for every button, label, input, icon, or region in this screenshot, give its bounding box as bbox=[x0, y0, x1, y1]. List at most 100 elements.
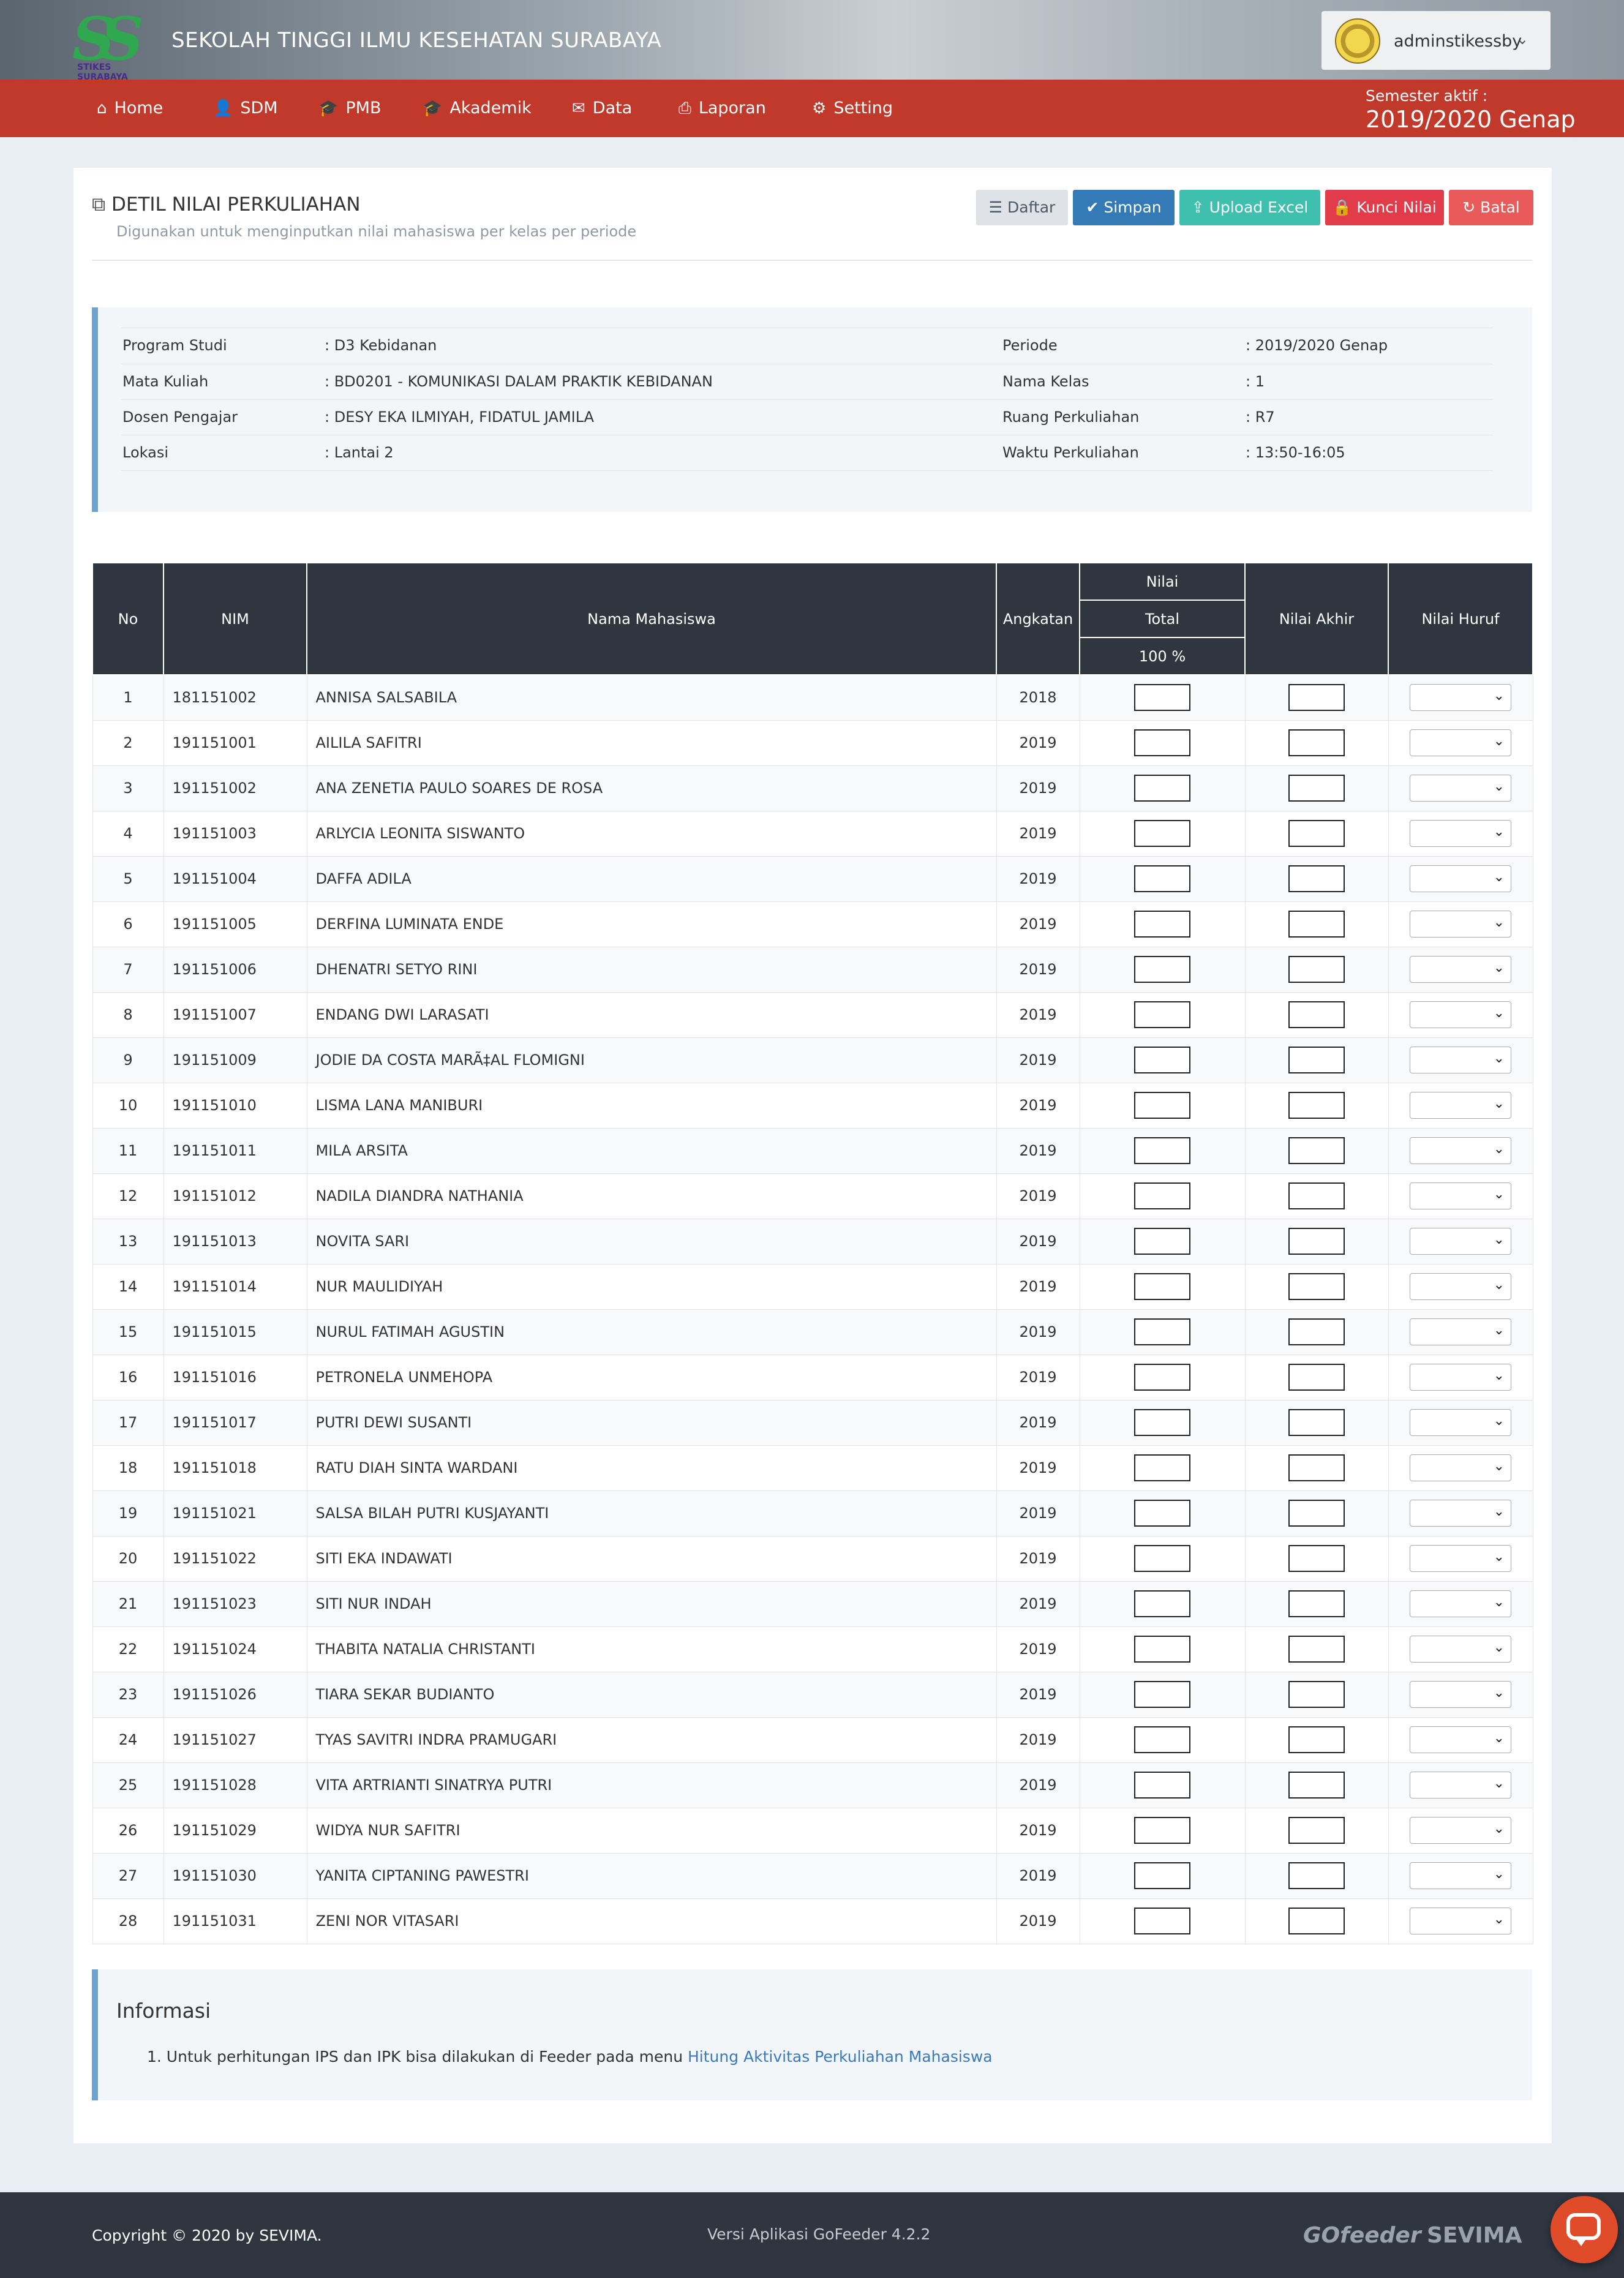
total-input[interactable] bbox=[1134, 1047, 1190, 1073]
chat-button[interactable] bbox=[1551, 2196, 1618, 2263]
total-input[interactable] bbox=[1134, 1726, 1190, 1753]
nilai-huruf-select[interactable]: ⌄ bbox=[1410, 1092, 1511, 1119]
total-input[interactable] bbox=[1134, 1454, 1190, 1481]
daftar-button[interactable]: ☰ Daftar bbox=[976, 190, 1068, 225]
nilai-huruf-select[interactable]: ⌄ bbox=[1410, 1047, 1511, 1073]
nilai-akhir-input[interactable] bbox=[1288, 865, 1345, 892]
nilai-akhir-input[interactable] bbox=[1288, 1500, 1345, 1527]
nilai-akhir-input[interactable] bbox=[1288, 1182, 1345, 1209]
nilai-akhir-input[interactable] bbox=[1288, 1137, 1345, 1164]
user-menu[interactable]: adminstikessby ⌄ bbox=[1321, 11, 1551, 70]
nilai-huruf-select[interactable]: ⌄ bbox=[1410, 1454, 1511, 1481]
total-input[interactable] bbox=[1134, 1817, 1190, 1844]
hitung-aktivitas-link[interactable]: Hitung Aktivitas Perkuliahan Mahasiswa bbox=[688, 2048, 993, 2066]
nilai-akhir-input[interactable] bbox=[1288, 1681, 1345, 1708]
nilai-akhir-input[interactable] bbox=[1288, 1318, 1345, 1345]
nilai-akhir-input[interactable] bbox=[1288, 1862, 1345, 1889]
nav-sdm[interactable]: 👤 SDM bbox=[213, 80, 278, 137]
nav-pmb[interactable]: 🎓 PMB bbox=[318, 80, 381, 137]
nilai-huruf-select[interactable]: ⌄ bbox=[1410, 1681, 1511, 1708]
batal-button[interactable]: ↻ Batal bbox=[1449, 190, 1533, 225]
nav-data[interactable]: ✉ Data bbox=[572, 80, 632, 137]
total-input[interactable] bbox=[1134, 1772, 1190, 1799]
nilai-akhir-input[interactable] bbox=[1288, 911, 1345, 938]
total-input[interactable] bbox=[1134, 1318, 1190, 1345]
logo[interactable]: SS STIKES SURABAYA bbox=[72, 10, 164, 83]
total-input[interactable] bbox=[1134, 1908, 1190, 1934]
total-input[interactable] bbox=[1134, 1862, 1190, 1889]
nilai-akhir-input[interactable] bbox=[1288, 1409, 1345, 1436]
total-input[interactable] bbox=[1134, 1681, 1190, 1708]
nilai-huruf-select[interactable]: ⌄ bbox=[1410, 1137, 1511, 1164]
nav-home[interactable]: ⌂ Home bbox=[97, 80, 163, 137]
nilai-huruf-select[interactable]: ⌄ bbox=[1410, 1862, 1511, 1889]
nilai-huruf-select[interactable]: ⌄ bbox=[1410, 1228, 1511, 1255]
nilai-akhir-input[interactable] bbox=[1288, 820, 1345, 847]
nilai-huruf-select[interactable]: ⌄ bbox=[1410, 775, 1511, 802]
nilai-huruf-select[interactable]: ⌄ bbox=[1410, 1817, 1511, 1844]
nilai-huruf-select[interactable]: ⌄ bbox=[1410, 820, 1511, 847]
total-input[interactable] bbox=[1134, 1001, 1190, 1028]
nav-laporan[interactable]: ⎙ Laporan bbox=[679, 80, 766, 137]
total-input[interactable] bbox=[1134, 1182, 1190, 1209]
total-input[interactable] bbox=[1134, 956, 1190, 983]
nilai-huruf-select[interactable]: ⌄ bbox=[1410, 1590, 1511, 1617]
nilai-akhir-input[interactable] bbox=[1288, 956, 1345, 983]
nilai-akhir-input[interactable] bbox=[1288, 1545, 1345, 1572]
total-input[interactable] bbox=[1134, 911, 1190, 938]
nilai-akhir-input[interactable] bbox=[1288, 1092, 1345, 1119]
nilai-akhir-input[interactable] bbox=[1288, 1636, 1345, 1663]
total-input[interactable] bbox=[1134, 729, 1190, 756]
total-input[interactable] bbox=[1134, 865, 1190, 892]
nilai-huruf-select[interactable]: ⌄ bbox=[1410, 1409, 1511, 1436]
total-input[interactable] bbox=[1134, 1228, 1190, 1255]
simpan-button[interactable]: ✔ Simpan bbox=[1073, 190, 1175, 225]
nilai-huruf-select[interactable]: ⌄ bbox=[1410, 956, 1511, 983]
total-input[interactable] bbox=[1134, 1590, 1190, 1617]
nilai-huruf-select[interactable]: ⌄ bbox=[1410, 1182, 1511, 1209]
total-input[interactable] bbox=[1134, 1364, 1190, 1391]
nilai-akhir-input[interactable] bbox=[1288, 1228, 1345, 1255]
nilai-akhir-input[interactable] bbox=[1288, 1364, 1345, 1391]
nilai-huruf-select[interactable]: ⌄ bbox=[1410, 1001, 1511, 1028]
nilai-akhir-input[interactable] bbox=[1288, 1590, 1345, 1617]
nilai-akhir-input[interactable] bbox=[1288, 1454, 1345, 1481]
total-input[interactable] bbox=[1134, 1137, 1190, 1164]
nilai-huruf-select[interactable]: ⌄ bbox=[1410, 865, 1511, 892]
nilai-akhir-input[interactable] bbox=[1288, 1047, 1345, 1073]
nilai-huruf-select[interactable]: ⌄ bbox=[1410, 1772, 1511, 1799]
nilai-akhir-input[interactable] bbox=[1288, 775, 1345, 802]
nav-akademik[interactable]: 🎓 Akademik bbox=[423, 80, 532, 137]
total-input[interactable] bbox=[1134, 1500, 1190, 1527]
nav-setting[interactable]: ⚙ Setting bbox=[812, 80, 893, 137]
upload-excel-button[interactable]: ⇪ Upload Excel bbox=[1179, 190, 1320, 225]
nilai-akhir-input[interactable] bbox=[1288, 684, 1345, 712]
nilai-huruf-select[interactable]: ⌄ bbox=[1410, 1364, 1511, 1391]
nilai-akhir-input[interactable] bbox=[1288, 1001, 1345, 1028]
nilai-akhir-input[interactable] bbox=[1288, 1817, 1345, 1844]
nilai-huruf-select[interactable]: ⌄ bbox=[1410, 1908, 1511, 1934]
nilai-huruf-select[interactable]: ⌄ bbox=[1410, 911, 1511, 938]
nilai-akhir-input[interactable] bbox=[1288, 1726, 1345, 1753]
nilai-akhir-input[interactable] bbox=[1288, 729, 1345, 756]
nilai-huruf-select[interactable]: ⌄ bbox=[1410, 1545, 1511, 1572]
nilai-huruf-select[interactable]: ⌄ bbox=[1410, 1500, 1511, 1527]
nilai-akhir-input[interactable] bbox=[1288, 1772, 1345, 1799]
total-input[interactable] bbox=[1134, 1092, 1190, 1119]
total-input[interactable] bbox=[1134, 1636, 1190, 1663]
nilai-akhir-input[interactable] bbox=[1288, 1273, 1345, 1300]
nilai-huruf-select[interactable]: ⌄ bbox=[1410, 1318, 1511, 1345]
total-input[interactable] bbox=[1134, 775, 1190, 802]
total-input[interactable] bbox=[1134, 684, 1190, 712]
kunci-nilai-button[interactable]: 🔒 Kunci Nilai bbox=[1325, 190, 1444, 225]
total-input[interactable] bbox=[1134, 820, 1190, 847]
nilai-huruf-select[interactable]: ⌄ bbox=[1410, 1273, 1511, 1300]
total-input[interactable] bbox=[1134, 1545, 1190, 1572]
total-input[interactable] bbox=[1134, 1273, 1190, 1300]
nilai-huruf-select[interactable]: ⌄ bbox=[1410, 1726, 1511, 1753]
nilai-akhir-input[interactable] bbox=[1288, 1908, 1345, 1934]
nilai-huruf-select[interactable]: ⌄ bbox=[1410, 1636, 1511, 1663]
nilai-huruf-select[interactable]: ⌄ bbox=[1410, 684, 1511, 712]
nilai-huruf-select[interactable]: ⌄ bbox=[1410, 729, 1511, 756]
total-input[interactable] bbox=[1134, 1409, 1190, 1436]
